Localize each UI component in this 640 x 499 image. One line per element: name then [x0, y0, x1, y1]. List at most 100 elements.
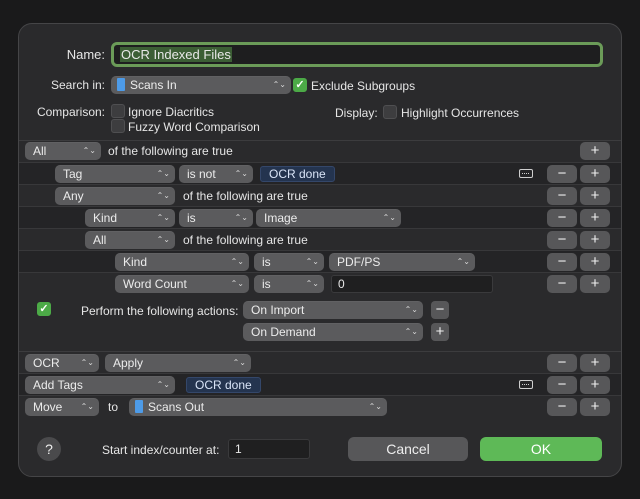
condition-row: Any ⌃⌄ of the following are true − + [19, 185, 621, 207]
chevron-updown-icon: ⌃⌄ [234, 169, 248, 178]
ignore-diacritics-checkbox[interactable] [111, 104, 125, 118]
add-condition-button[interactable]: + [580, 231, 610, 249]
name-input[interactable]: OCR Indexed Files [111, 42, 603, 67]
condition-scope-popup[interactable]: Any ⌃⌄ [55, 187, 175, 205]
condition-row: Tag ⌃⌄ is not ⌃⌄ OCR done − + [19, 163, 621, 185]
exclude-subgroups-checkbox[interactable]: ✓ [293, 78, 307, 92]
chevron-updown-icon: ⌃⌄ [82, 146, 96, 155]
root-scope-popup[interactable]: All ⌃⌄ [25, 142, 101, 160]
chevron-updown-icon: ⌃⌄ [80, 358, 94, 367]
remove-action-button[interactable]: − [547, 376, 577, 394]
condition-operator-popup[interactable]: is ⌃⌄ [179, 209, 253, 227]
counter-input[interactable]: 1 [228, 439, 310, 459]
perform-actions-checkbox[interactable]: ✓ [37, 302, 51, 316]
remove-action-button[interactable]: − [547, 398, 577, 416]
chevron-updown-icon: ⌃⌄ [156, 380, 170, 389]
add-condition-button[interactable]: + [580, 209, 610, 227]
chevron-updown-icon: ⌃⌄ [156, 235, 170, 244]
condition-row: Kind ⌃⌄ is ⌃⌄ PDF/PS ⌃⌄ − + [19, 251, 621, 273]
fuzzy-comparison-checkbox[interactable] [111, 119, 125, 133]
tag-token[interactable]: OCR done [186, 377, 261, 393]
ok-button[interactable]: OK [480, 437, 602, 461]
action-row: OCR ⌃⌄ Apply ⌃⌄ − + [19, 352, 621, 374]
remove-trigger-button[interactable]: − [431, 301, 449, 319]
condition-field-popup[interactable]: Kind ⌃⌄ [85, 209, 175, 227]
smart-rule-dialog: Name: OCR Indexed Files Search in: Scans… [18, 23, 622, 477]
condition-operator-popup[interactable]: is ⌃⌄ [254, 253, 324, 271]
add-condition-button[interactable]: + [580, 253, 610, 271]
condition-row-root: All ⌃⌄ of the following are true + [19, 140, 621, 162]
chevron-updown-icon: ⌃⌄ [234, 213, 248, 222]
condition-value-popup[interactable]: Image ⌃⌄ [256, 209, 401, 227]
search-in-label: Search in: [50, 78, 105, 92]
keyboard-icon[interactable] [519, 380, 533, 389]
remove-condition-button[interactable]: − [547, 165, 577, 183]
chevron-updown-icon: ⌃⌄ [404, 305, 418, 314]
add-condition-button[interactable]: + [580, 187, 610, 205]
condition-value-popup[interactable]: PDF/PS ⌃⌄ [329, 253, 475, 271]
remove-condition-button[interactable]: − [547, 231, 577, 249]
add-condition-button[interactable]: + [580, 142, 610, 160]
condition-row: Word Count ⌃⌄ is ⌃⌄ 0 − + [19, 273, 621, 295]
add-action-button[interactable]: + [580, 354, 610, 372]
action-type-popup[interactable]: OCR ⌃⌄ [25, 354, 99, 372]
chevron-updown-icon: ⌃⌄ [156, 191, 170, 200]
cancel-button[interactable]: Cancel [348, 437, 468, 461]
keyboard-icon[interactable] [519, 169, 533, 178]
group-icon [117, 78, 125, 91]
root-condition-text: of the following are true [108, 144, 233, 158]
chevron-updown-icon: ⌃⌄ [305, 257, 319, 266]
chevron-updown-icon: ⌃⌄ [232, 358, 246, 367]
add-trigger-button[interactable]: + [431, 323, 449, 341]
remove-action-button[interactable]: − [547, 354, 577, 372]
chevron-updown-icon: ⌃⌄ [368, 402, 382, 411]
fuzzy-comparison-label: Fuzzy Word Comparison [128, 120, 260, 134]
nested-condition-text: of the following are true [183, 233, 308, 247]
name-label: Name: [66, 47, 105, 62]
chevron-updown-icon: ⌃⌄ [156, 213, 170, 222]
chevron-updown-icon: ⌃⌄ [230, 257, 244, 266]
action-type-popup[interactable]: Move ⌃⌄ [25, 398, 99, 416]
chevron-updown-icon: ⌃⌄ [230, 279, 244, 288]
action-row: Move ⌃⌄ to Scans Out ⌃⌄ − + [19, 396, 621, 418]
perform-actions-label: Perform the following actions: [81, 304, 239, 318]
chevron-updown-icon: ⌃⌄ [156, 169, 170, 178]
destination-group-popup[interactable]: Scans Out ⌃⌄ [129, 398, 387, 416]
condition-row: All ⌃⌄ of the following are true − + [19, 229, 621, 251]
remove-condition-button[interactable]: − [547, 253, 577, 271]
group-icon [135, 400, 143, 413]
add-condition-button[interactable]: + [580, 275, 610, 293]
add-action-button[interactable]: + [580, 398, 610, 416]
highlight-occurrences-checkbox[interactable] [383, 105, 397, 119]
nested-condition-text: of the following are true [183, 189, 308, 203]
help-button[interactable]: ? [37, 437, 61, 461]
condition-row: Kind ⌃⌄ is ⌃⌄ Image ⌃⌄ − + [19, 207, 621, 229]
display-label: Display: [335, 106, 378, 120]
add-condition-button[interactable]: + [580, 165, 610, 183]
remove-condition-button[interactable]: − [547, 275, 577, 293]
condition-operator-popup[interactable]: is not ⌃⌄ [179, 165, 253, 183]
search-in-popup[interactable]: Scans In ⌃⌄ [111, 76, 291, 94]
action-type-popup[interactable]: Add Tags ⌃⌄ [25, 376, 175, 394]
to-label: to [108, 400, 119, 414]
exclude-subgroups-label: Exclude Subgroups [311, 79, 416, 93]
condition-operator-popup[interactable]: is ⌃⌄ [254, 275, 324, 293]
chevron-updown-icon: ⌃⌄ [456, 257, 470, 266]
trigger-popup[interactable]: On Import ⌃⌄ [243, 301, 423, 319]
remove-condition-button[interactable]: − [547, 209, 577, 227]
condition-scope-popup[interactable]: All ⌃⌄ [85, 231, 175, 249]
action-row: Add Tags ⌃⌄ OCR done − + [19, 374, 621, 396]
trigger-popup[interactable]: On Demand ⌃⌄ [243, 323, 423, 341]
condition-field-popup[interactable]: Tag ⌃⌄ [55, 165, 175, 183]
chevron-updown-icon: ⌃⌄ [404, 327, 418, 336]
add-action-button[interactable]: + [580, 376, 610, 394]
condition-field-popup[interactable]: Kind ⌃⌄ [115, 253, 249, 271]
action-target-popup[interactable]: Apply ⌃⌄ [105, 354, 251, 372]
remove-condition-button[interactable]: − [547, 187, 577, 205]
word-count-input[interactable]: 0 [331, 275, 493, 293]
chevron-updown-icon: ⌃⌄ [305, 279, 319, 288]
chevron-updown-icon: ⌃⌄ [382, 213, 396, 222]
tag-token[interactable]: OCR done [260, 166, 335, 182]
condition-field-popup[interactable]: Word Count ⌃⌄ [115, 275, 249, 293]
chevron-updown-icon: ⌃⌄ [80, 402, 94, 411]
